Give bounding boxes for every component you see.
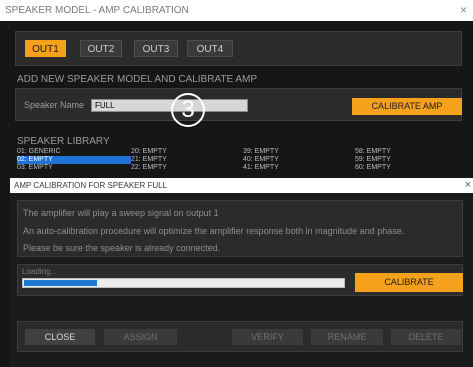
library-item[interactable]: 60: EMPTY [355, 164, 391, 172]
library-item[interactable]: 21: EMPTY [131, 156, 167, 164]
add-speaker-section-title: ADD NEW SPEAKER MODEL AND CALIBRATE AMP [17, 74, 258, 85]
library-item[interactable]: 41: EMPTY [243, 164, 279, 172]
progress-bar [22, 278, 345, 288]
out2-tab[interactable]: OUT2 [80, 40, 122, 57]
library-item[interactable]: 40: EMPTY [243, 156, 279, 164]
delete-button[interactable]: DELETE [391, 329, 461, 345]
library-item[interactable]: 01: GENERIC [17, 148, 61, 156]
library-item-selected[interactable]: 02: EMPTY [17, 156, 131, 164]
main-window-close-icon[interactable]: × [460, 0, 467, 21]
progress-bar-fill [24, 280, 97, 286]
calibrate-button[interactable]: CALIBRATE [355, 273, 463, 292]
assign-button[interactable]: ASSIGN [104, 329, 177, 345]
step-3-marker: 3 [171, 93, 205, 127]
speaker-name-input[interactable]: FULL [91, 99, 248, 112]
verify-button[interactable]: VERIFY [232, 329, 303, 345]
dialog-message-line: An auto-calibration procedure will optim… [23, 226, 405, 236]
speaker-name-label: Speaker Name [24, 100, 85, 110]
library-item[interactable]: 22: EMPTY [131, 164, 167, 172]
dialog-title: AMP CALIBRATION FOR SPEAKER FULL [10, 178, 473, 193]
library-item[interactable]: 59: EMPTY [355, 156, 391, 164]
main-window-title: SPEAKER MODEL - AMP CALIBRATION [0, 0, 473, 21]
dialog-message-line: Please be sure the speaker is already co… [23, 243, 221, 253]
close-button[interactable]: CLOSE [25, 329, 95, 345]
out3-tab[interactable]: OUT3 [134, 40, 178, 57]
out1-tab[interactable]: OUT1 [25, 40, 66, 57]
library-item[interactable]: 39: EMPTY [243, 148, 279, 156]
dialog-close-icon[interactable]: × [465, 178, 471, 193]
loading-label: Loading... [22, 267, 58, 276]
library-item[interactable]: 20: EMPTY [131, 148, 167, 156]
out4-tab[interactable]: OUT4 [187, 40, 233, 57]
library-item[interactable]: 58: EMPTY [355, 148, 391, 156]
library-item[interactable]: 03: EMPTY [17, 164, 53, 172]
rename-button[interactable]: RENAME [311, 329, 383, 345]
dialog-message-line: The amplifier will play a sweep signal o… [23, 208, 219, 218]
calibrate-amp-button[interactable]: CALIBRATE AMP [352, 98, 462, 115]
speaker-library-title: SPEAKER LIBRARY [17, 136, 110, 147]
